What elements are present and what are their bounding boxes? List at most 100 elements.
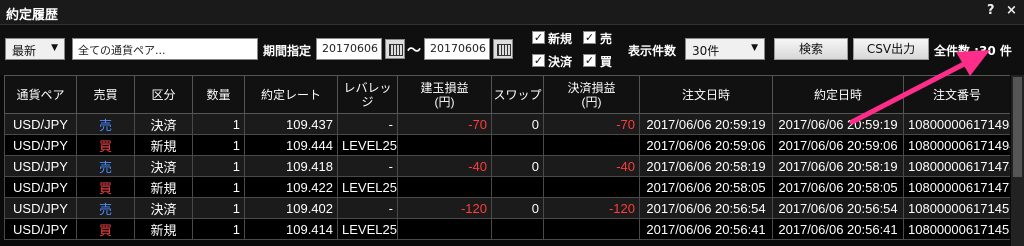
cell-leverage: -: [337, 197, 398, 219]
filter-settle-checkbox[interactable]: ✓: [532, 54, 545, 67]
cell-rate: 109.414: [244, 218, 338, 240]
cell-position-pl: [397, 134, 492, 156]
cell-qty: 1: [192, 155, 245, 177]
cell-rate: 109.422: [244, 176, 338, 198]
close-icon[interactable]: ×: [1006, 3, 1017, 18]
cell-order-time: 2017/06/06 20:58:19: [639, 155, 773, 177]
header-side[interactable]: 売買: [76, 75, 135, 114]
cell-position-pl: [397, 218, 492, 240]
cell-settle-pl: -40: [543, 155, 640, 177]
sort-select[interactable]: 最新 ▼: [5, 38, 65, 60]
cell-position-pl: -70: [397, 113, 492, 135]
table-row[interactable]: USD/JPY 買 新規 1 109.444 LEVEL25 2017/06/0…: [4, 134, 1010, 156]
filter-toolbar: 最新 ▼ 全ての通貨ペア... 期間指定 20170606 〜 20170606…: [0, 25, 1024, 75]
cell-rate: 109.402: [244, 197, 338, 219]
date-from-input[interactable]: 20170606: [316, 38, 382, 60]
date-to-input[interactable]: 20170606: [424, 38, 490, 60]
header-order-number[interactable]: 注文番号: [903, 75, 1010, 114]
filter-sell-checkbox[interactable]: ✓: [583, 31, 596, 44]
filter-sell-label: 売: [600, 32, 613, 46]
cell-swap: 0: [491, 197, 544, 219]
cell-exec-time: 2017/06/06 20:58:19: [772, 155, 904, 177]
header-leverage[interactable]: レバレッジ: [337, 75, 398, 114]
cell-swap: [491, 218, 544, 240]
filter-new-checkbox[interactable]: ✓: [532, 31, 545, 44]
header-exec-time[interactable]: 約定日時: [772, 75, 904, 114]
cell-position-pl: -120: [397, 197, 492, 219]
cell-qty: 1: [192, 197, 245, 219]
cell-pair: USD/JPY: [4, 197, 77, 219]
header-position-pl[interactable]: 建玉損益 (円): [397, 75, 492, 114]
cell-exec-time: 2017/06/06 20:56:41: [772, 218, 904, 240]
table-row[interactable]: USD/JPY 売 決済 1 109.402 - -120 0 -120 201…: [4, 197, 1010, 219]
cell-settle-pl: [543, 176, 640, 198]
cell-pair: USD/JPY: [4, 155, 77, 177]
total-count: 全件数 :30 件: [934, 44, 1012, 58]
period-label: 期間指定: [263, 44, 312, 58]
cell-type: 決済: [134, 197, 193, 219]
header-currency-pair[interactable]: 通貨ペア: [4, 75, 77, 114]
calendar-icon[interactable]: [385, 39, 405, 59]
header-exec-rate[interactable]: 約定レート: [244, 75, 338, 114]
display-count-select[interactable]: 30件 ▼: [685, 38, 765, 60]
cell-leverage: LEVEL25: [337, 176, 398, 198]
cell-settle-pl: -70: [543, 113, 640, 135]
header-settle-pl[interactable]: 決済損益 (円): [543, 75, 640, 114]
cell-order-time: 2017/06/06 20:58:05: [639, 176, 773, 198]
cell-side: 売: [76, 113, 135, 135]
cell-type: 決済: [134, 155, 193, 177]
cell-rate: 109.444: [244, 134, 338, 156]
cell-rate: 109.418: [244, 155, 338, 177]
cell-rate: 109.437: [244, 113, 338, 135]
filter-new-label: 新規: [548, 32, 573, 46]
cell-order-time: 2017/06/06 20:59:06: [639, 134, 773, 156]
cell-pair: USD/JPY: [4, 134, 77, 156]
cell-order-number: 108000006171498: [903, 113, 1010, 135]
window-title: 約定履歴: [6, 8, 59, 23]
cell-order-time: 2017/06/06 20:59:19: [639, 113, 773, 135]
cell-qty: 1: [192, 218, 245, 240]
cell-swap: 0: [491, 113, 544, 135]
filter-buy-checkbox[interactable]: ✓: [583, 54, 596, 67]
cell-type: 新規: [134, 176, 193, 198]
scrollbar-thumb[interactable]: [1013, 77, 1022, 177]
table-row[interactable]: USD/JPY 買 新規 1 109.414 LEVEL25 2017/06/0…: [4, 218, 1010, 240]
chevron-down-icon: ▼: [51, 43, 58, 53]
cell-exec-time: 2017/06/06 20:58:05: [772, 176, 904, 198]
vertical-scrollbar[interactable]: [1011, 75, 1024, 246]
csv-export-button[interactable]: CSV出力: [853, 38, 929, 60]
cell-side: 売: [76, 155, 135, 177]
header-quantity[interactable]: 数量: [192, 75, 245, 114]
header-order-time[interactable]: 注文日時: [639, 75, 773, 114]
cell-settle-pl: [543, 134, 640, 156]
cell-side: 買: [76, 218, 135, 240]
cell-position-pl: -40: [397, 155, 492, 177]
cell-swap: [491, 134, 544, 156]
help-icon[interactable]: ?: [987, 3, 995, 18]
cell-swap: 0: [491, 155, 544, 177]
cell-settle-pl: -120: [543, 197, 640, 219]
header-type[interactable]: 区分: [134, 75, 193, 114]
table-row[interactable]: USD/JPY 売 決済 1 109.437 - -70 0 -70 2017/…: [4, 113, 1010, 135]
execution-history-table: 通貨ペア 売買 区分 数量 約定レート レバレッジ 建玉損益 (円) スワップ …: [4, 75, 1010, 246]
table-row[interactable]: USD/JPY 買 新規 1 109.422 LEVEL25 2017/06/0…: [4, 176, 1010, 198]
chevron-down-icon: ▼: [751, 43, 758, 53]
cell-swap: [491, 176, 544, 198]
table-header-row: 通貨ペア 売買 区分 数量 約定レート レバレッジ 建玉損益 (円) スワップ …: [4, 75, 1010, 114]
currency-pair-select[interactable]: 全ての通貨ペア...: [72, 38, 258, 60]
filter-settle-label: 決済: [548, 55, 573, 69]
cell-qty: 1: [192, 113, 245, 135]
cell-order-number: 108000006171478: [903, 155, 1010, 177]
cell-side: 買: [76, 176, 135, 198]
filter-buy-label: 買: [600, 55, 613, 69]
table-row[interactable]: USD/JPY 売 決済 1 109.418 - -40 0 -40 2017/…: [4, 155, 1010, 177]
search-button[interactable]: 検索: [774, 38, 848, 60]
cell-leverage: -: [337, 113, 398, 135]
cell-leverage: LEVEL25: [337, 134, 398, 156]
cell-order-number: 108000006171494: [903, 134, 1010, 156]
header-swap[interactable]: スワップ: [491, 75, 544, 114]
cell-exec-time: 2017/06/06 20:59:19: [772, 113, 904, 135]
cell-qty: 1: [192, 176, 245, 198]
cell-order-number: 108000006171477: [903, 176, 1010, 198]
calendar-icon[interactable]: [493, 39, 513, 59]
